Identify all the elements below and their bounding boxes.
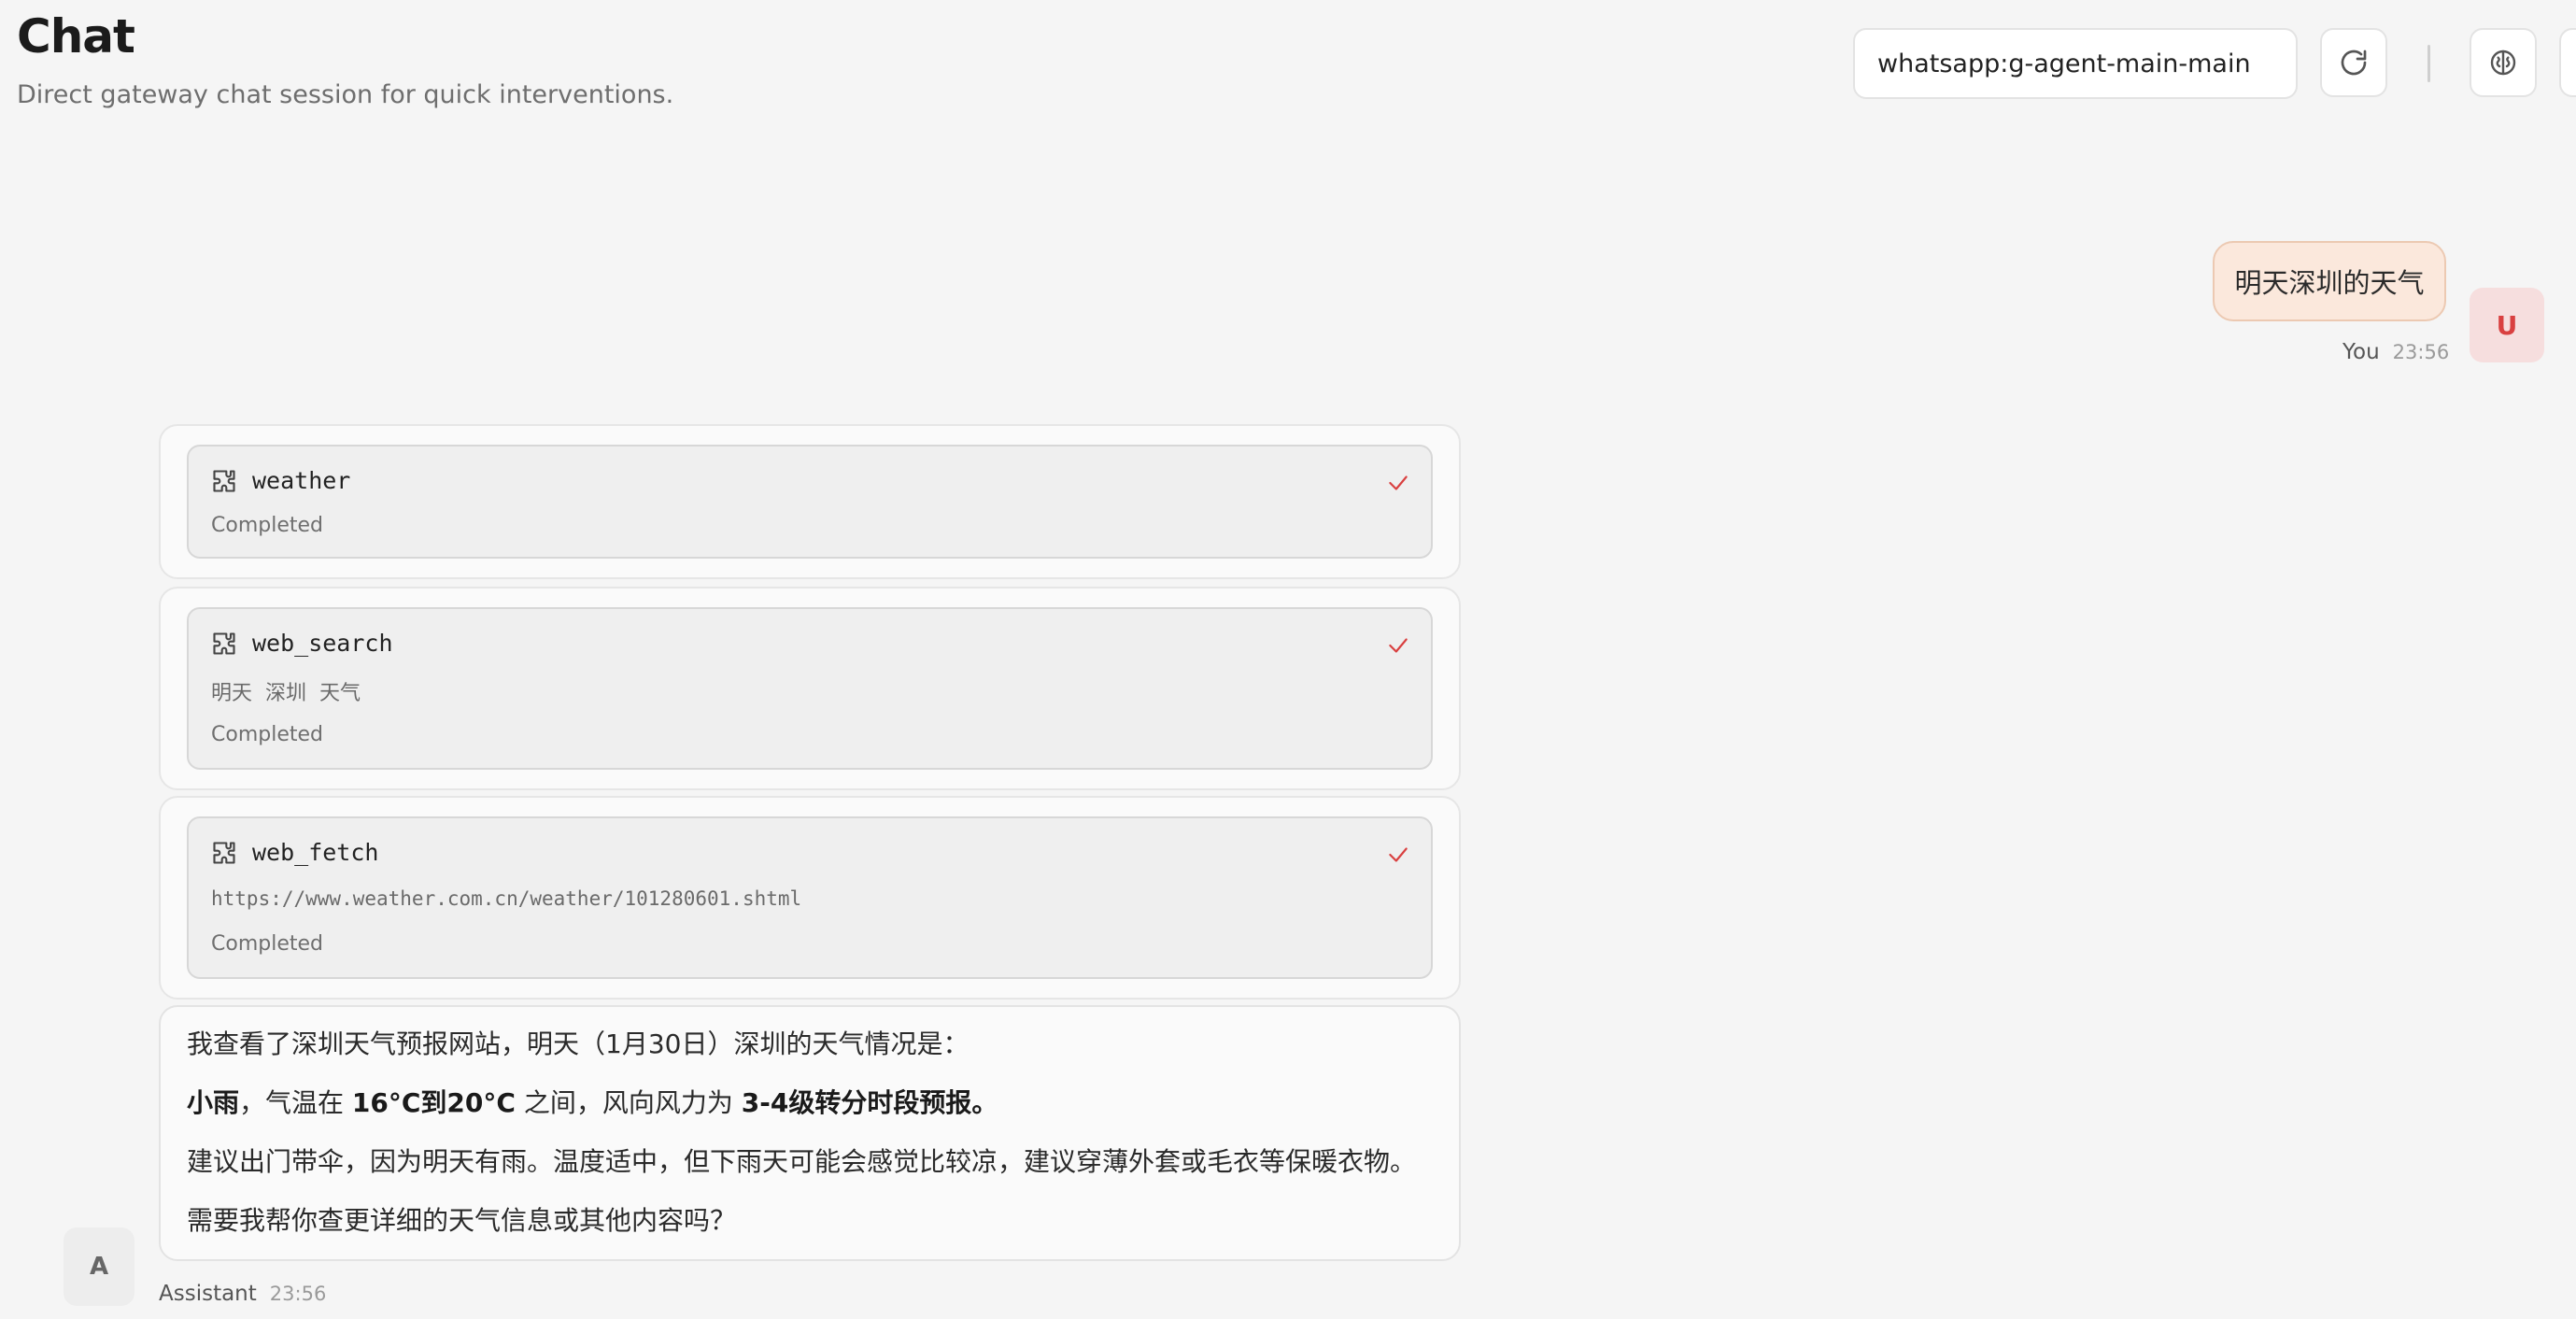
toolbar-separator <box>2427 45 2430 82</box>
tool-name: web_fetch <box>252 839 379 866</box>
tool-name: web_search <box>252 630 393 657</box>
user-message-bubble: 明天深圳的天气 <box>2213 241 2446 321</box>
session-select[interactable]: whatsapp:g-agent-main-main <box>1853 28 2298 99</box>
tool-name: weather <box>252 467 351 494</box>
tool-card-web-fetch: web_fetch https://www.weather.com.cn/wea… <box>159 796 1461 1000</box>
session-select-value: whatsapp:g-agent-main-main <box>1877 49 2251 78</box>
refresh-button[interactable] <box>2320 28 2387 97</box>
wind-level: 3-4级转分时段预报。 <box>741 1087 998 1118</box>
tool-card-web-search: web_search 明天 深圳 天气 Completed <box>159 587 1461 790</box>
tool-status: Completed <box>211 514 323 537</box>
tool-card-weather: weather Completed <box>159 424 1461 579</box>
user-sender-name: You <box>2342 340 2380 364</box>
tool-status: Completed <box>211 932 323 956</box>
user-message-meta: You 23:56 <box>2342 340 2449 364</box>
tool-card-inner[interactable]: web_search 明天 深圳 天气 Completed <box>187 607 1433 770</box>
user-avatar: U <box>2470 288 2544 362</box>
assistant-text-line: 建议出门带伞，因为明天有雨。温度适中，但下雨天可能会感觉比较凉，建议穿薄外套或毛… <box>187 1146 1417 1177</box>
user-message-text: 明天深圳的天气 <box>2234 267 2425 299</box>
assistant-text-line: 我查看了深圳天气预报网站，明天（1月30日）深圳的天气情况是： <box>187 1028 970 1059</box>
tool-args: https://www.weather.com.cn/weather/10128… <box>211 887 802 910</box>
assistant-message-time: 23:56 <box>269 1283 327 1305</box>
brain-icon <box>2490 50 2516 76</box>
check-icon <box>1389 638 1408 653</box>
check-icon <box>1389 847 1408 862</box>
weather-condition: 小雨 <box>187 1087 240 1118</box>
puzzle-icon <box>213 631 235 655</box>
thinking-toggle-button[interactable] <box>2470 28 2537 97</box>
assistant-text-line: 小雨，气温在 16°C到20°C 之间，风向风力为 3-4级转分时段预报。 <box>187 1087 998 1118</box>
assistant-message-meta: Assistant 23:56 <box>159 1282 326 1306</box>
extra-toolbar-button[interactable] <box>2559 28 2576 97</box>
assistant-avatar: A <box>64 1227 134 1306</box>
refresh-icon <box>2341 50 2367 76</box>
assistant-text-line: 需要我帮你查更详细的天气信息或其他内容吗？ <box>187 1205 737 1236</box>
page-subtitle: Direct gateway chat session for quick in… <box>17 80 674 109</box>
assistant-message-bubble: 我查看了深圳天气预报网站，明天（1月30日）深圳的天气情况是： 小雨，气温在 1… <box>159 1005 1461 1261</box>
tool-status: Completed <box>211 723 323 746</box>
tool-card-inner[interactable]: weather Completed <box>187 445 1433 559</box>
puzzle-icon <box>213 841 235 864</box>
chat-page: Chat Direct gateway chat session for qui… <box>0 0 2576 1319</box>
tool-card-inner[interactable]: web_fetch https://www.weather.com.cn/wea… <box>187 816 1433 979</box>
tool-args: 明天 深圳 天气 <box>211 682 361 705</box>
check-icon <box>1389 475 1408 490</box>
page-title: Chat <box>17 9 135 64</box>
assistant-sender-name: Assistant <box>159 1282 257 1306</box>
temperature-range: 16°C到20°C <box>351 1087 516 1118</box>
puzzle-icon <box>213 469 235 492</box>
user-message-time: 23:56 <box>2392 341 2450 363</box>
